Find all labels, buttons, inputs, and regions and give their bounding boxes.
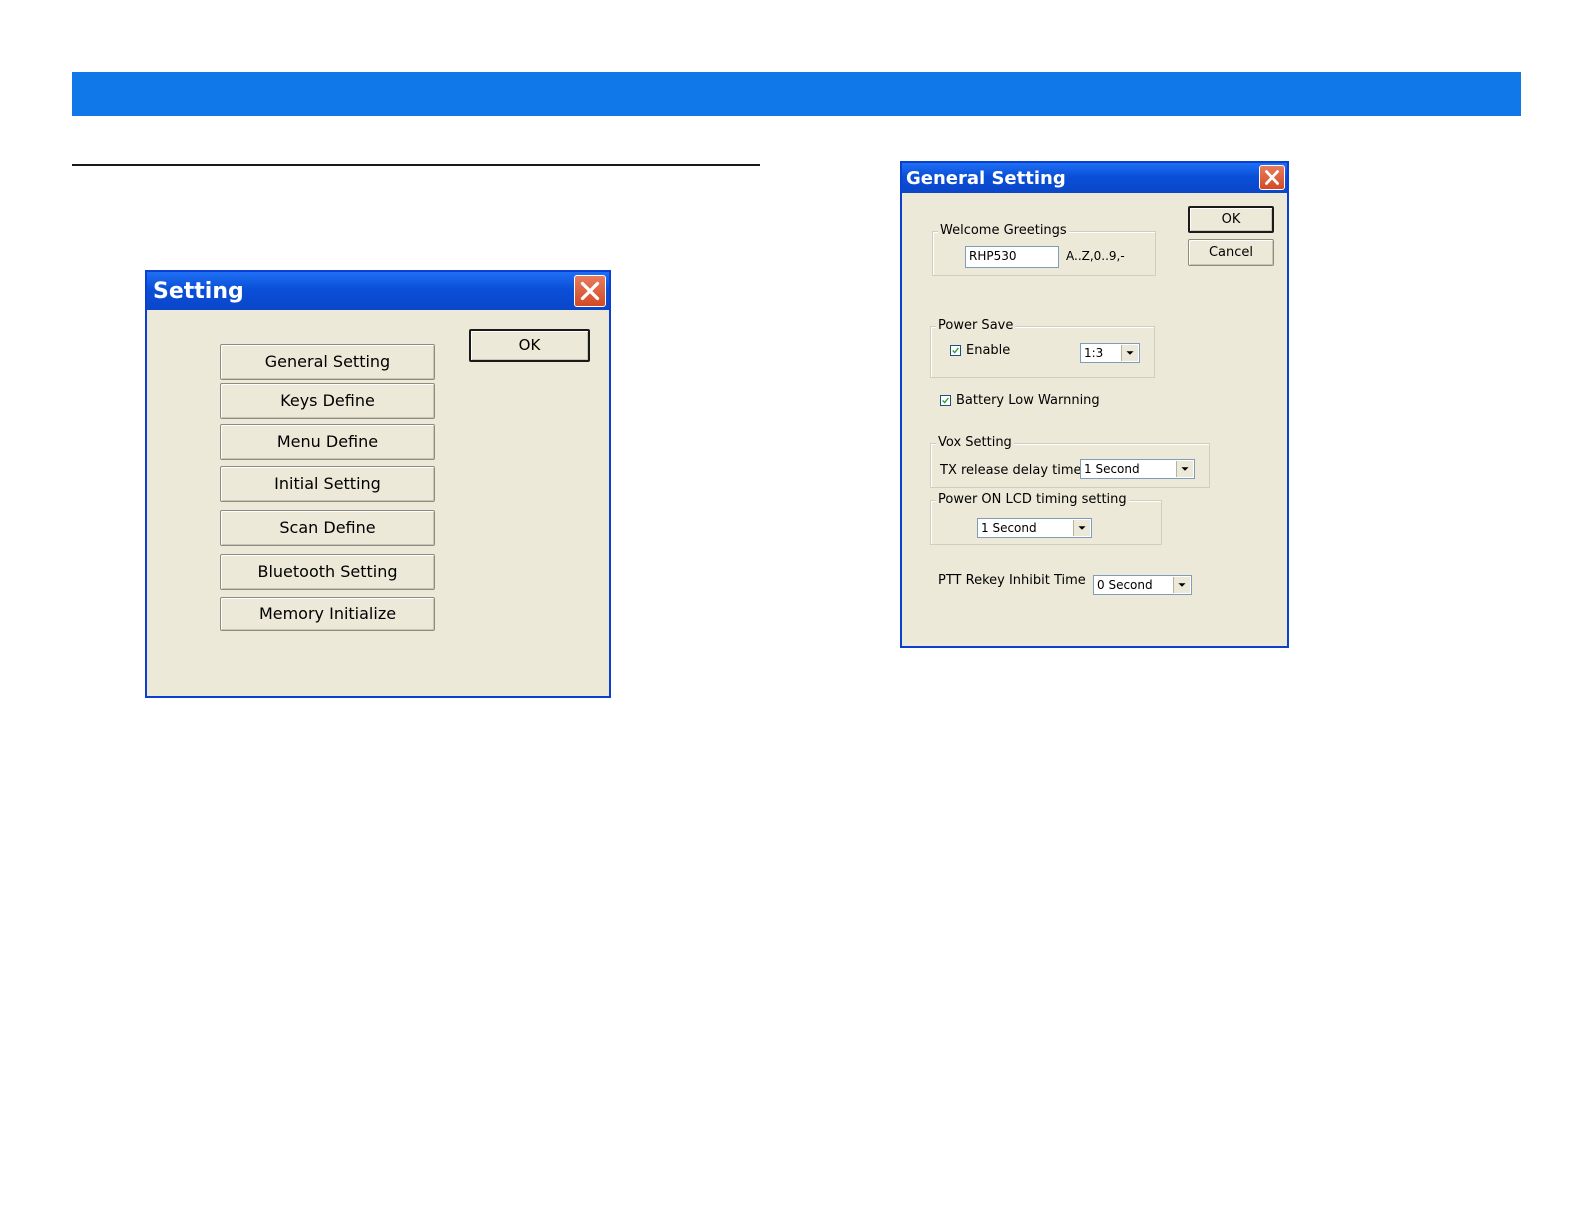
close-button[interactable] [1259,165,1285,190]
dropdown-button[interactable] [1073,520,1090,536]
general-setting-dialog: General Setting OK Cancel Welcome Greeti… [900,161,1289,648]
lcd-timing-select[interactable]: 1 Second [977,518,1092,538]
welcome-input[interactable]: RHP530 [965,246,1059,268]
keys-define-button[interactable]: Keys Define [220,383,435,419]
section-rule [72,164,760,166]
close-button[interactable] [574,275,606,307]
memory-initialize-button[interactable]: Memory Initialize [220,597,435,631]
setting-title: Setting [153,279,244,304]
check-icon [952,347,959,354]
ptt-inhibit-value: 0 Second [1097,578,1153,592]
menu-define-button[interactable]: Menu Define [220,424,435,460]
vox-delay-select[interactable]: 1 Second [1080,459,1195,479]
chevron-down-icon [1126,351,1134,355]
lcd-timing-value: 1 Second [981,521,1037,535]
power-save-group-label: Power Save [936,318,1016,333]
setting-dialog: Setting OK General Setting Keys Define M… [145,270,611,698]
close-icon [580,281,600,301]
ptt-label: PTT Rekey Inhibit Time [938,573,1086,588]
power-save-ratio-value: 1:3 [1084,346,1104,360]
dropdown-button[interactable] [1173,577,1190,593]
chevron-down-icon [1181,467,1189,471]
general-cancel-button[interactable]: Cancel [1188,239,1274,266]
general-title: General Setting [906,168,1066,189]
general-ok-button[interactable]: OK [1188,206,1274,233]
check-icon [942,397,949,404]
chevron-down-icon [1178,583,1186,587]
vox-group-label: Vox Setting [936,435,1014,450]
chevron-down-icon [1078,526,1086,530]
power-save-ratio-select[interactable]: 1:3 [1080,343,1140,363]
vox-delay-value: 1 Second [1084,462,1140,476]
setting-ok-button[interactable]: OK [469,329,590,362]
initial-setting-button[interactable]: Initial Setting [220,466,435,502]
scan-define-button[interactable]: Scan Define [220,510,435,546]
power-save-enable-checkbox[interactable] [950,345,961,356]
header-band [72,72,1521,116]
general-setting-button[interactable]: General Setting [220,344,435,380]
battery-low-checkbox[interactable] [940,395,951,406]
close-icon [1265,170,1279,185]
general-titlebar: General Setting [902,163,1287,193]
dropdown-button[interactable] [1121,345,1138,361]
vox-delay-label: TX release delay time [940,463,1082,478]
power-save-enable-label: Enable [966,343,1011,358]
welcome-hint: A..Z,0..9,- [1066,249,1125,263]
bluetooth-setting-button[interactable]: Bluetooth Setting [220,554,435,590]
setting-titlebar: Setting [147,272,609,310]
battery-low-label: Battery Low Warnning [956,393,1100,408]
dropdown-button[interactable] [1176,461,1193,477]
lcd-group-label: Power ON LCD timing setting [936,492,1129,507]
ptt-inhibit-select[interactable]: 0 Second [1093,575,1192,595]
welcome-group-label: Welcome Greetings [938,223,1069,238]
